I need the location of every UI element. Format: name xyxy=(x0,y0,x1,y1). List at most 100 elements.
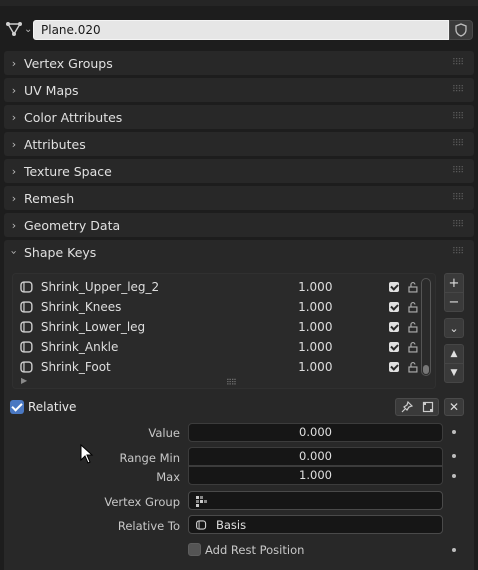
panel-title: Vertex Groups xyxy=(24,55,113,71)
panel-title: Texture Space xyxy=(24,163,112,179)
drag-grip-icon[interactable]: ⠿⠿ xyxy=(452,139,470,149)
vertex-group-label: Vertex Group xyxy=(104,495,180,509)
drag-grip-icon[interactable]: ⠿⠿ xyxy=(452,85,470,95)
panel-color-attributes[interactable]: › Color Attributes ⠿⠿ xyxy=(4,105,474,129)
header-strip xyxy=(0,0,478,6)
chevron-right-icon: › xyxy=(11,56,17,70)
keyframe-dot-icon[interactable] xyxy=(452,454,456,458)
shield-icon[interactable] xyxy=(449,20,473,40)
shape-key-lock-group xyxy=(395,398,439,416)
chevron-right-icon: › xyxy=(11,218,17,232)
pin-icon[interactable] xyxy=(396,399,417,415)
drag-grip-icon[interactable]: ⠿⠿ xyxy=(452,166,470,176)
chevron-down-icon: › xyxy=(7,249,21,255)
shape-key-mute-checkbox[interactable] xyxy=(389,322,400,332)
unlock-icon[interactable] xyxy=(407,341,419,353)
mesh-data-icon[interactable] xyxy=(4,20,24,40)
shape-key-value[interactable]: 1.000 xyxy=(298,300,379,314)
drag-grip-icon[interactable]: ⠿⠿ xyxy=(452,193,470,203)
drag-grip-icon[interactable]: ⠿⠿ xyxy=(452,220,470,230)
value-field[interactable]: 0.000 xyxy=(188,423,443,442)
unlock-icon[interactable] xyxy=(407,361,419,373)
clear-shape-key-button[interactable]: ✕ xyxy=(444,398,464,416)
list-scrollbar[interactable] xyxy=(421,278,431,376)
shape-key-icon xyxy=(20,341,33,353)
panel-remesh[interactable]: › Remesh ⠿⠿ xyxy=(4,186,474,210)
edit-mode-icon[interactable] xyxy=(417,399,438,415)
max-label: Max xyxy=(156,470,180,484)
move-down-button[interactable]: ▼ xyxy=(444,363,464,383)
chevron-right-icon: › xyxy=(11,110,17,124)
shape-key-value[interactable]: 1.000 xyxy=(298,360,379,374)
chevron-right-icon: › xyxy=(11,137,17,151)
shape-key-value[interactable]: 1.000 xyxy=(298,340,379,354)
chevron-right-icon: › xyxy=(11,83,17,97)
range-min-field[interactable]: 0.000 xyxy=(188,447,443,466)
panel-shape-keys[interactable]: › Shape Keys ⠿⠿ xyxy=(4,240,474,264)
scrollbar-thumb[interactable] xyxy=(423,365,429,374)
panel-title: UV Maps xyxy=(24,82,79,98)
max-field[interactable]: 1.000 xyxy=(188,466,443,485)
panel-uv-maps[interactable]: › UV Maps ⠿⠿ xyxy=(4,78,474,102)
shape-key-icon xyxy=(196,519,207,530)
vertex-group-field[interactable] xyxy=(188,491,443,510)
shape-key-mute-checkbox[interactable] xyxy=(389,302,400,312)
keyframe-dot-icon[interactable] xyxy=(452,430,456,434)
shape-key-name[interactable]: Shrink_Knees xyxy=(41,300,298,314)
add-rest-position-checkbox[interactable] xyxy=(188,543,201,556)
shape-key-mute-checkbox[interactable] xyxy=(389,362,400,372)
panel-geometry-data[interactable]: › Geometry Data ⠿⠿ xyxy=(4,213,474,237)
shape-key-name[interactable]: Shrink_Lower_leg xyxy=(41,320,298,334)
mesh-name-field[interactable]: Plane.020 xyxy=(33,20,449,40)
shape-key-row[interactable]: Shrink_Lower_leg 1.000 xyxy=(19,317,419,337)
shape-key-icon xyxy=(20,361,33,373)
panel-title: Shape Keys xyxy=(24,244,97,260)
relative-to-field[interactable]: Basis xyxy=(188,515,443,534)
shape-key-specials-button[interactable]: ⌄ xyxy=(444,318,464,338)
relative-checkbox[interactable] xyxy=(10,400,24,414)
panel-title: Remesh xyxy=(24,190,75,206)
shape-key-mute-checkbox[interactable] xyxy=(389,342,400,352)
keyframe-dot-icon[interactable] xyxy=(452,548,456,552)
shape-key-row[interactable]: Shrink_Knees 1.000 xyxy=(19,297,419,317)
shape-key-icon xyxy=(20,281,33,293)
shape-key-icon xyxy=(20,301,33,313)
panel-vertex-groups[interactable]: › Vertex Groups ⠿⠿ xyxy=(4,51,474,75)
panel-title: Attributes xyxy=(24,136,86,152)
relative-to-label: Relative To xyxy=(117,519,180,533)
list-resize-grip-icon[interactable]: ⠿⠿ xyxy=(226,378,237,387)
move-up-button[interactable]: ▲ xyxy=(444,344,464,364)
relative-to-value: Basis xyxy=(216,517,247,532)
vertex-group-icon xyxy=(196,495,207,507)
panel-title: Color Attributes xyxy=(24,109,123,125)
add-shape-key-button[interactable]: + xyxy=(444,273,464,293)
panel-title: Geometry Data xyxy=(24,217,121,233)
panel-attributes[interactable]: › Attributes ⠿⠿ xyxy=(4,132,474,156)
drag-grip-icon[interactable]: ⠿⠿ xyxy=(452,58,470,68)
shape-key-value[interactable]: 1.000 xyxy=(298,320,379,334)
mouse-cursor-icon xyxy=(80,443,94,464)
shape-key-name[interactable]: Shrink_Ankle xyxy=(41,340,298,354)
drag-grip-icon[interactable]: ⠿⠿ xyxy=(452,112,470,122)
chevron-right-icon: › xyxy=(11,164,17,178)
shape-key-name[interactable]: Shrink_Foot xyxy=(41,360,298,374)
unlock-icon[interactable] xyxy=(407,301,419,313)
relative-label: Relative xyxy=(28,400,77,414)
remove-shape-key-button[interactable]: − xyxy=(444,292,464,312)
shape-key-value[interactable]: 1.000 xyxy=(298,280,379,294)
drag-grip-icon[interactable]: ⠿⠿ xyxy=(452,247,470,257)
shape-key-row[interactable]: Shrink_Ankle 1.000 xyxy=(19,337,419,357)
add-rest-position-label: Add Rest Position xyxy=(205,543,305,557)
shape-key-icon xyxy=(20,321,33,333)
value-label: Value xyxy=(148,426,180,440)
shape-key-name[interactable]: Shrink_Upper_leg_2 xyxy=(41,280,298,294)
shape-key-mute-checkbox[interactable] xyxy=(389,282,400,292)
expand-filter-icon[interactable]: ▶ xyxy=(21,376,27,385)
unlock-icon[interactable] xyxy=(407,321,419,333)
chevron-right-icon: › xyxy=(11,191,17,205)
shape-key-row[interactable]: Shrink_Foot 1.000 xyxy=(19,357,419,377)
keyframe-dot-icon[interactable] xyxy=(452,474,456,478)
shape-key-row[interactable]: Shrink_Upper_leg_2 1.000 xyxy=(19,277,419,297)
unlock-icon[interactable] xyxy=(407,281,419,293)
panel-texture-space[interactable]: › Texture Space ⠿⠿ xyxy=(4,159,474,183)
